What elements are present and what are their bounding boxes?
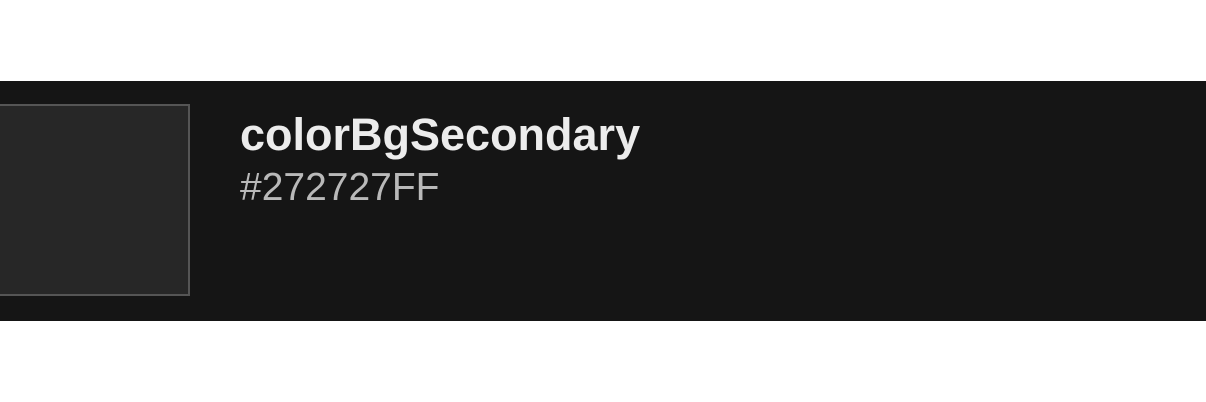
token-name: colorBgSecondary (240, 109, 641, 160)
color-token-row: colorBgSecondary #272727FF (0, 81, 1206, 321)
token-hex-value: #272727FF (240, 166, 440, 209)
color-swatch (0, 104, 190, 296)
